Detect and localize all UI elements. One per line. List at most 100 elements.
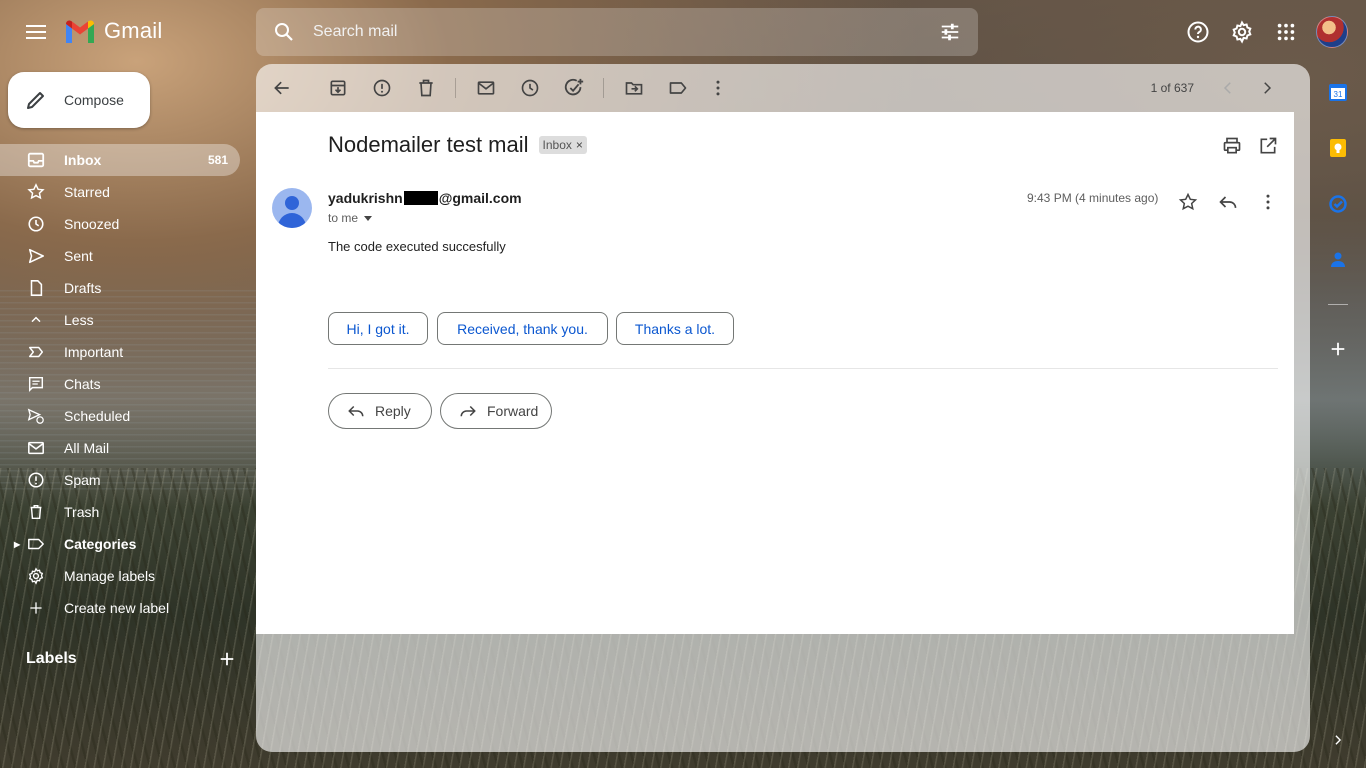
- sidebar-item-spam[interactable]: Spam: [0, 464, 240, 496]
- forward-label: Forward: [487, 403, 539, 419]
- clock-icon: [26, 214, 46, 234]
- sidebar-item-starred[interactable]: Starred: [0, 176, 240, 208]
- sidebar-item-less[interactable]: Less: [0, 304, 240, 336]
- apps-button[interactable]: [1266, 12, 1306, 52]
- label-icon: [26, 534, 46, 554]
- calendar-app-button[interactable]: 31: [1328, 82, 1348, 102]
- sidebar-item-important[interactable]: Important: [0, 336, 240, 368]
- add-label-icon[interactable]: [218, 650, 236, 668]
- smart-reply-2[interactable]: Received, thank you.: [437, 312, 608, 345]
- open-in-new-icon: [1260, 137, 1277, 154]
- more-vert-icon: [1266, 194, 1270, 210]
- more-actions-button[interactable]: [698, 68, 738, 108]
- search-bar[interactable]: [256, 8, 978, 56]
- gear-icon: [26, 566, 46, 586]
- trash-icon: [26, 502, 46, 522]
- account-area: [1174, 8, 1366, 56]
- add-to-tasks-button[interactable]: [554, 68, 594, 108]
- scheduled-send-icon: [26, 406, 46, 426]
- sender-avatar[interactable]: [272, 188, 312, 228]
- hide-side-panel-button[interactable]: [1328, 730, 1348, 750]
- gmail-logo[interactable]: Gmail: [64, 18, 162, 44]
- contacts-app-button[interactable]: [1328, 250, 1348, 270]
- sender-name-prefix: yadukrishn: [328, 190, 403, 206]
- reply-icon-button[interactable]: [1212, 186, 1244, 218]
- snooze-button[interactable]: [510, 68, 550, 108]
- smart-reply-1[interactable]: Hi, I got it.: [328, 312, 428, 345]
- main-menu-button[interactable]: [16, 12, 56, 52]
- sidebar-item-label: Sent: [64, 248, 93, 264]
- reply-button[interactable]: Reply: [328, 393, 432, 429]
- sidebar-item-label: Important: [64, 344, 124, 360]
- expand-caret-icon[interactable]: ▶: [14, 540, 20, 549]
- labels-button[interactable]: [658, 68, 698, 108]
- sidebar-item-label: Create new label: [64, 600, 170, 616]
- sidebar-item-scheduled[interactable]: Scheduled: [0, 400, 240, 432]
- sidebar-item-label: Chats: [64, 376, 101, 392]
- support-button[interactable]: [1178, 12, 1218, 52]
- svg-text:31: 31: [1334, 90, 1343, 99]
- plus-icon: [1331, 342, 1345, 356]
- divider: [328, 368, 1278, 369]
- sidebar-item-chats[interactable]: Chats: [0, 368, 240, 400]
- account-avatar[interactable]: [1316, 16, 1348, 48]
- delete-button[interactable]: [406, 68, 446, 108]
- open-new-window-button[interactable]: [1256, 134, 1280, 158]
- mark-unread-button[interactable]: [466, 68, 506, 108]
- sidebar-item-label: Spam: [64, 472, 101, 488]
- side-panel: 31: [1310, 64, 1366, 768]
- print-all-button[interactable]: [1220, 134, 1244, 158]
- chevron-left-icon: [1223, 82, 1231, 94]
- sidebar-item-manage-labels[interactable]: Manage labels: [0, 560, 240, 592]
- sidebar-item-label: All Mail: [64, 440, 110, 456]
- message-more-button[interactable]: [1252, 186, 1284, 218]
- keep-icon: [1330, 139, 1346, 157]
- star-button[interactable]: [1172, 186, 1204, 218]
- sidebar-item-inbox[interactable]: Inbox 581: [0, 144, 240, 176]
- archive-button[interactable]: [318, 68, 358, 108]
- sender-domain: @gmail.com: [438, 190, 522, 206]
- remove-label-icon[interactable]: ×: [576, 138, 583, 152]
- sidebar-item-drafts[interactable]: Drafts: [0, 272, 240, 304]
- side-panel-divider: [1328, 304, 1348, 305]
- send-icon: [26, 246, 46, 266]
- newer-button[interactable]: [1208, 68, 1248, 108]
- search-options-button[interactable]: [930, 12, 970, 52]
- sidebar-item-categories[interactable]: ▶ Categories: [0, 528, 240, 560]
- sidebar-item-create-label[interactable]: Create new label: [0, 592, 240, 624]
- settings-button[interactable]: [1222, 12, 1262, 52]
- message-panel: 1 of 637 Nodemailer test mail Inbox × ya…: [256, 64, 1310, 752]
- sidebar-item-snoozed[interactable]: Snoozed: [0, 208, 240, 240]
- forward-button[interactable]: Forward: [440, 393, 552, 429]
- compose-button[interactable]: Compose: [8, 72, 150, 128]
- recipients-toggle[interactable]: to me: [328, 211, 373, 225]
- sidebar-item-sent[interactable]: Sent: [0, 240, 240, 272]
- tasks-app-button[interactable]: [1328, 194, 1348, 214]
- report-spam-button[interactable]: [362, 68, 402, 108]
- gear-icon: [1232, 20, 1252, 44]
- print-icon: [1223, 137, 1241, 154]
- older-button[interactable]: [1247, 68, 1287, 108]
- back-button[interactable]: [262, 68, 302, 108]
- subject-text: Nodemailer test mail: [328, 132, 529, 157]
- gmail-wordmark: Gmail: [104, 18, 163, 43]
- tasks-icon: [1329, 195, 1347, 213]
- get-addons-button[interactable]: [1328, 339, 1348, 359]
- inbox-icon: [26, 150, 46, 170]
- search-input[interactable]: [296, 8, 930, 56]
- search-icon[interactable]: [272, 20, 296, 44]
- chevron-right-icon: [1335, 735, 1342, 745]
- recipients-text: to me: [328, 211, 359, 225]
- add-task-icon: [564, 78, 584, 96]
- sidebar-item-trash[interactable]: Trash: [0, 496, 240, 528]
- keep-app-button[interactable]: [1328, 138, 1348, 158]
- message-subject: Nodemailer test mail Inbox ×: [328, 132, 587, 158]
- reply-label: Reply: [375, 403, 411, 419]
- sender-email[interactable]: yadukrishn @gmail.com: [328, 190, 522, 206]
- sidebar-item-all-mail[interactable]: All Mail: [0, 432, 240, 464]
- redaction-bar: [403, 191, 438, 205]
- reply-icon: [1219, 196, 1237, 208]
- move-to-button[interactable]: [614, 68, 654, 108]
- contacts-icon: [1331, 252, 1345, 267]
- smart-reply-3[interactable]: Thanks a lot.: [616, 312, 734, 345]
